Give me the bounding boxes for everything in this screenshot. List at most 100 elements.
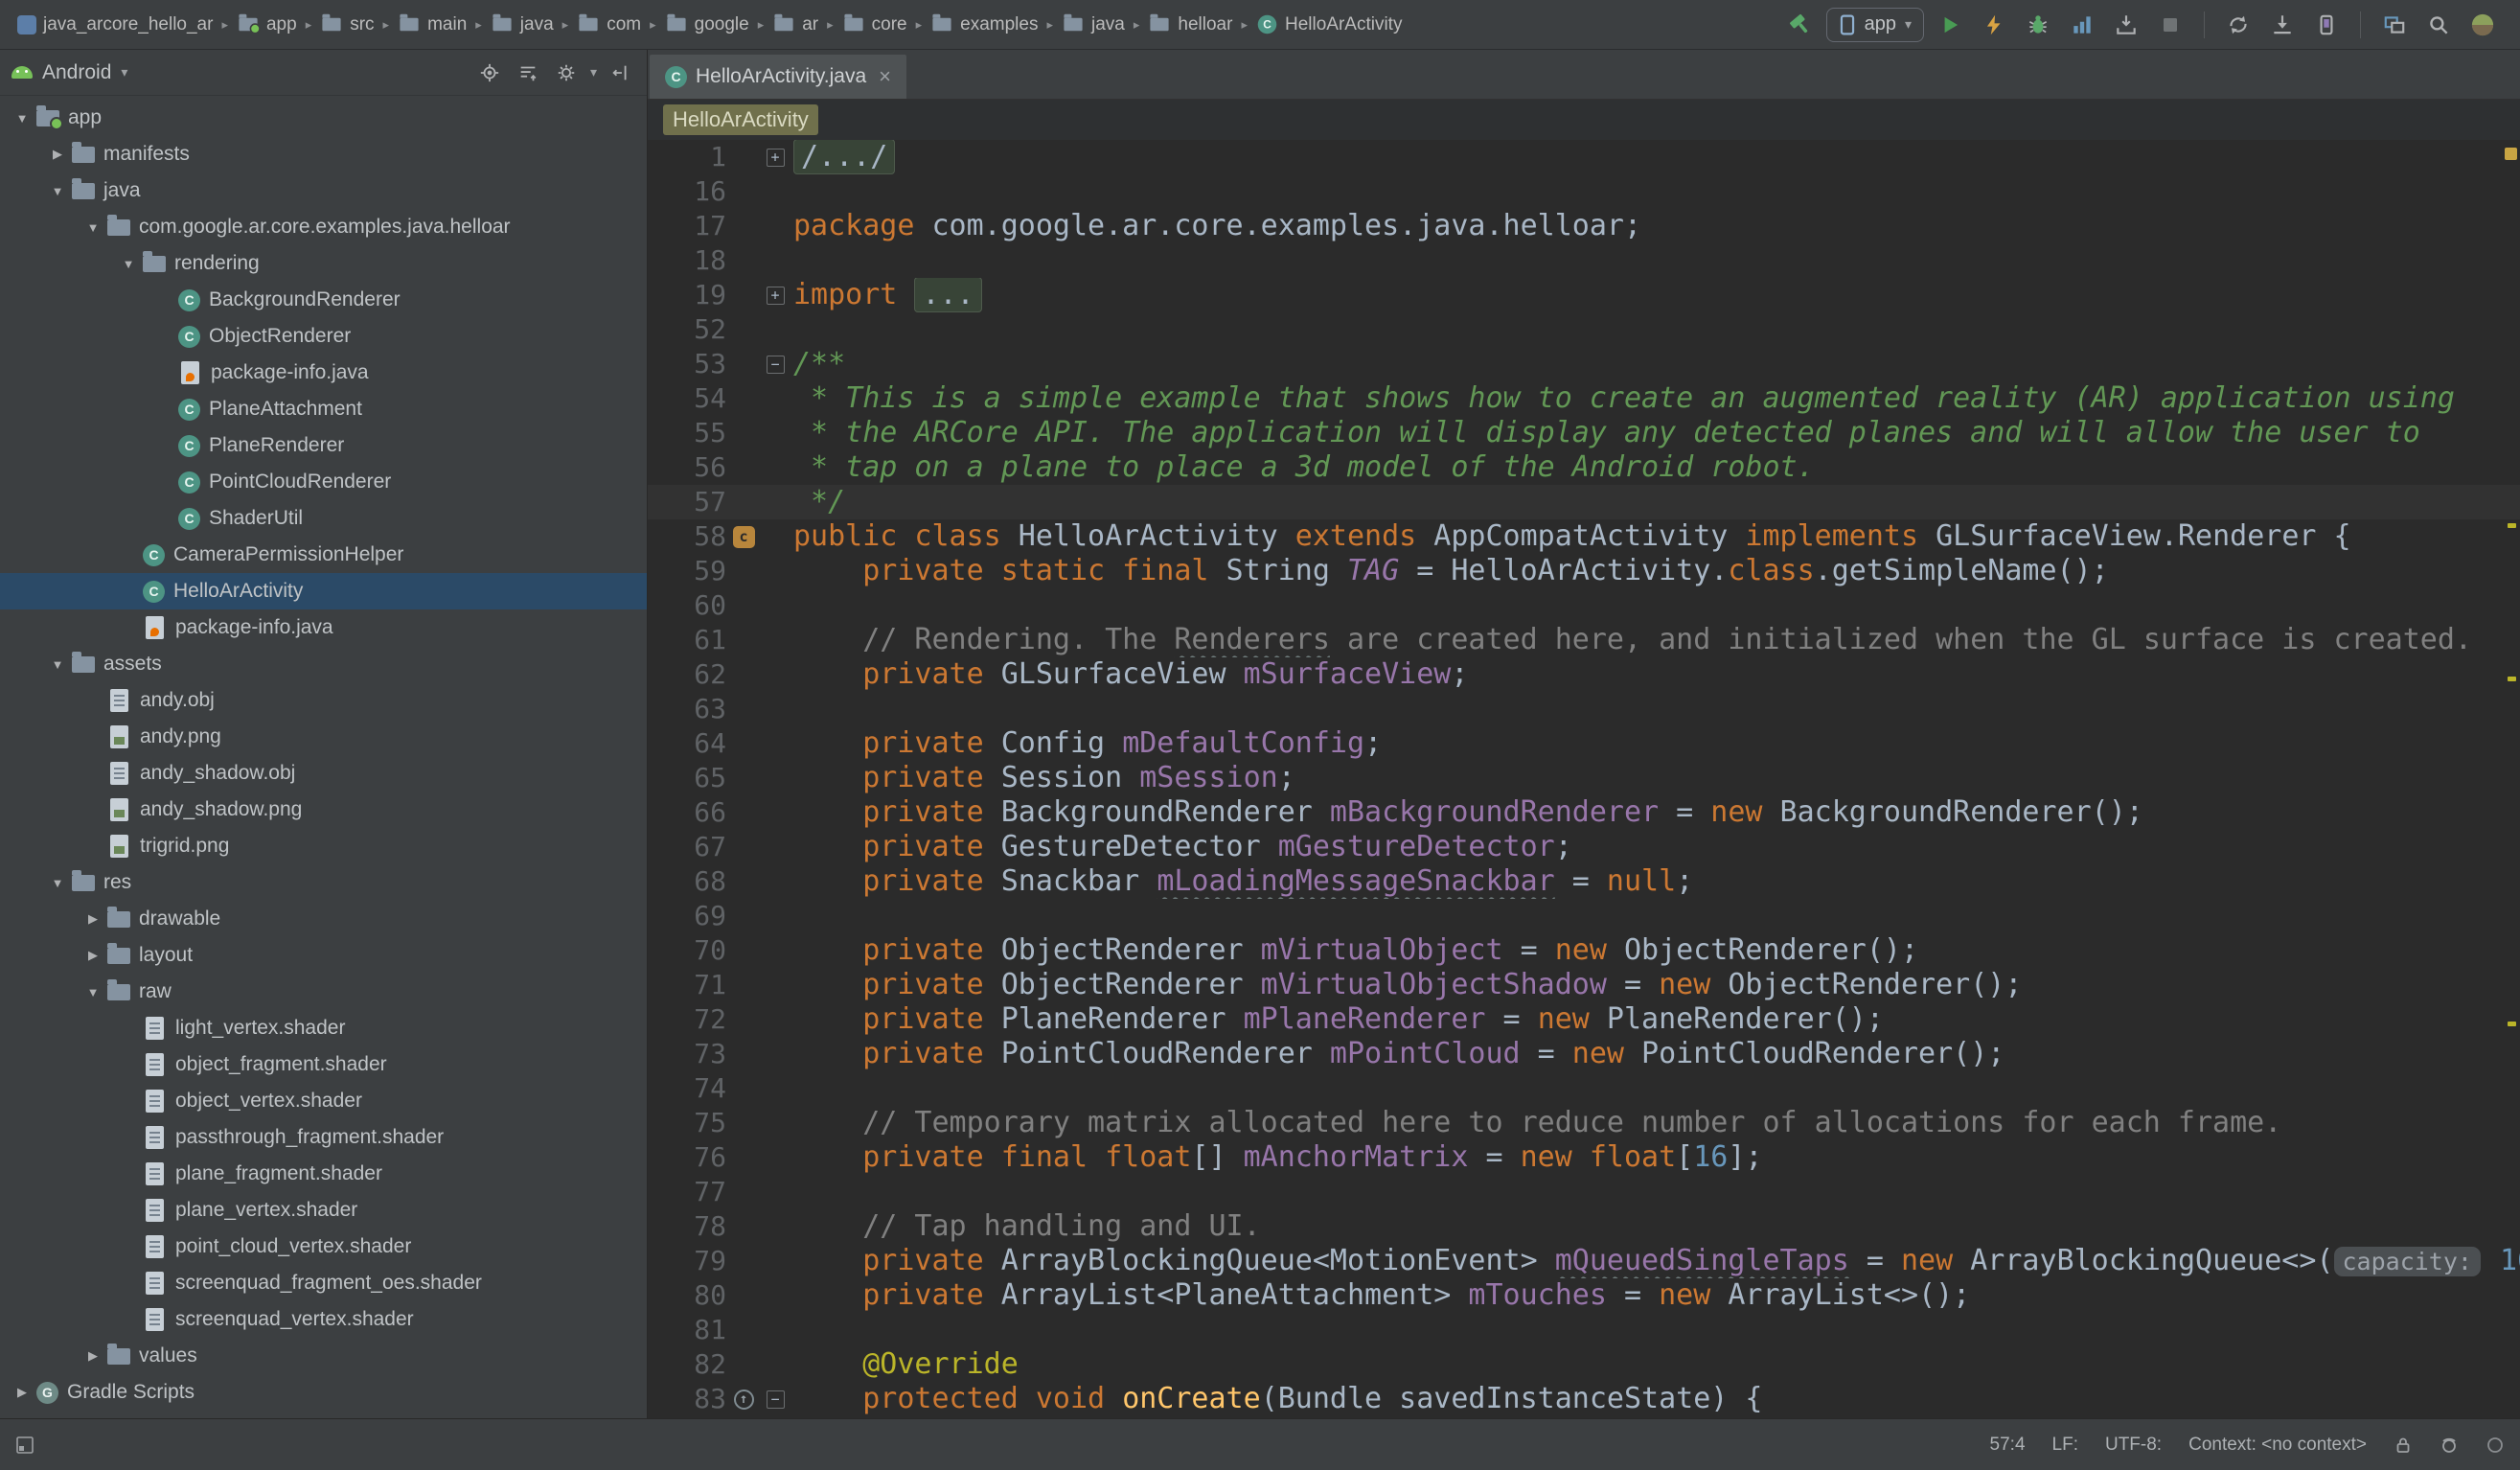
code-line[interactable]: 75 // Temporary matrix allocated here to… — [648, 1106, 2520, 1140]
tree-item[interactable]: andy.obj — [0, 682, 647, 719]
code-line[interactable]: 69 — [648, 899, 2520, 933]
tree-item[interactable]: package-info.java — [0, 609, 647, 646]
code-line[interactable]: 17package com.google.ar.core.examples.ja… — [648, 209, 2520, 243]
tree-item[interactable]: BackgroundRenderer — [0, 282, 647, 318]
search-icon[interactable] — [2420, 7, 2457, 43]
tab-helloaractivity-java[interactable]: HelloArActivity.java × — [650, 55, 906, 99]
code-line[interactable]: 83↑− protected void onCreate(Bundle save… — [648, 1382, 2520, 1416]
fold-plus-icon[interactable]: + — [761, 287, 790, 305]
avd-manager-icon[interactable] — [2308, 7, 2345, 43]
code-line[interactable]: 68 private Snackbar mLoadingMessageSnack… — [648, 864, 2520, 899]
tree-item[interactable]: PointCloudRenderer — [0, 464, 647, 500]
settings-gear-icon[interactable] — [552, 58, 581, 87]
tree-item[interactable]: ▶drawable — [0, 901, 647, 937]
code-line[interactable]: 56 * tap on a plane to place a 3d model … — [648, 450, 2520, 485]
run-configuration-selector[interactable]: app ▾ — [1826, 8, 1924, 42]
tree-item[interactable]: ▼java — [0, 172, 647, 209]
fold-box-icon[interactable]: + — [767, 287, 785, 305]
tree-item[interactable]: PlaneAttachment — [0, 391, 647, 427]
fold-box-icon[interactable]: − — [767, 356, 785, 374]
apply-changes-icon[interactable] — [1976, 7, 2012, 43]
code-line[interactable]: 80 private ArrayList<PlaneAttachment> mT… — [648, 1278, 2520, 1313]
stop-icon[interactable] — [2152, 7, 2188, 43]
breadcrumb-item[interactable]: helloar — [1144, 11, 1236, 38]
tree-item[interactable]: CameraPermissionHelper — [0, 537, 647, 573]
tree-item[interactable]: andy_shadow.obj — [0, 755, 647, 792]
tree-item[interactable]: trigrid.png — [0, 828, 647, 864]
tree-item[interactable]: ShaderUtil — [0, 500, 647, 537]
code-line[interactable]: 79 private ArrayBlockingQueue<MotionEven… — [648, 1244, 2520, 1278]
breadcrumb-item[interactable]: java — [487, 11, 558, 38]
code-line[interactable]: 52 — [648, 312, 2520, 347]
tree-expanded-arrow-icon[interactable]: ▼ — [114, 257, 143, 271]
tree-collapsed-arrow-icon[interactable]: ▶ — [79, 911, 107, 927]
tree-item[interactable]: ▶Gradle Scripts — [0, 1374, 647, 1411]
tree-item[interactable]: plane_vertex.shader — [0, 1192, 647, 1229]
tree-item[interactable]: object_fragment.shader — [0, 1046, 647, 1083]
project-view-selector[interactable]: Android — [42, 61, 111, 84]
code-line[interactable]: 1+/.../ — [648, 140, 2520, 174]
tree-item[interactable]: screenquad_fragment_oes.shader — [0, 1265, 647, 1301]
override-marker-icon[interactable]: ↑ — [734, 1390, 754, 1410]
tree-item[interactable]: ▼assets — [0, 646, 647, 682]
tree-item[interactable]: andy_shadow.png — [0, 792, 647, 828]
code-line[interactable]: 59 private static final String TAG = Hel… — [648, 554, 2520, 588]
code-area[interactable]: 1+/.../1617package com.google.ar.core.ex… — [648, 140, 2520, 1418]
tree-item[interactable]: package-info.java — [0, 355, 647, 391]
code-line[interactable]: 16 — [648, 174, 2520, 209]
code-line[interactable]: 82 @Override — [648, 1347, 2520, 1382]
tree-expanded-arrow-icon[interactable]: ▼ — [79, 220, 107, 235]
assistant-avatar-icon[interactable] — [2464, 7, 2501, 43]
inspections-profile-icon[interactable] — [2440, 1436, 2459, 1455]
code-line[interactable]: 77 — [648, 1175, 2520, 1209]
code-line[interactable]: 57 */ — [648, 485, 2520, 519]
line-separator-indicator[interactable]: LF: — [2052, 1435, 2078, 1456]
fold-box-icon[interactable]: − — [767, 1390, 785, 1409]
code-line[interactable]: 60 — [648, 588, 2520, 623]
attach-debugger-icon[interactable] — [2108, 7, 2144, 43]
build-hammer-icon[interactable] — [1782, 7, 1819, 43]
profiler-icon[interactable] — [2064, 7, 2100, 43]
warning-stripe-mark[interactable] — [2508, 1022, 2516, 1026]
code-line[interactable]: 64 private Config mDefaultConfig; — [648, 726, 2520, 761]
tree-item[interactable]: point_cloud_vertex.shader — [0, 1229, 647, 1265]
breadcrumb-item[interactable]: ar — [768, 11, 822, 38]
debug-icon[interactable] — [2020, 7, 2056, 43]
tree-item[interactable]: ObjectRenderer — [0, 318, 647, 355]
class-gutter-icon[interactable]: c — [726, 526, 761, 548]
warning-stripe-mark[interactable] — [2508, 523, 2516, 528]
sync-project-icon[interactable] — [2220, 7, 2257, 43]
code-line[interactable]: 70 private ObjectRenderer mVirtualObject… — [648, 933, 2520, 968]
code-line[interactable]: 19+import ... — [648, 278, 2520, 312]
breadcrumb-item[interactable]: app — [233, 11, 301, 38]
tree-item[interactable]: screenquad_vertex.shader — [0, 1301, 647, 1338]
tree-item[interactable]: ▼res — [0, 864, 647, 901]
tree-expanded-arrow-icon[interactable]: ▼ — [79, 985, 107, 999]
tree-item[interactable]: HelloArActivity — [0, 573, 647, 609]
breadcrumb-item[interactable]: src — [316, 11, 378, 38]
toolwindow-toggle-icon[interactable] — [15, 1436, 34, 1455]
code-line[interactable]: 76 private final float[] mAnchorMatrix =… — [648, 1140, 2520, 1175]
tree-item[interactable]: object_vertex.shader — [0, 1083, 647, 1119]
tree-item[interactable]: plane_fragment.shader — [0, 1156, 647, 1192]
code-line[interactable]: 61 // Rendering. The Renderers are creat… — [648, 623, 2520, 657]
tree-item[interactable]: ▶manifests — [0, 136, 647, 172]
inspections-indicator-icon[interactable] — [2505, 148, 2517, 160]
tree-collapsed-arrow-icon[interactable]: ▶ — [79, 1348, 107, 1364]
breadcrumb-item[interactable]: java_arcore_hello_ar — [13, 11, 217, 38]
tree-item[interactable]: ▼raw — [0, 974, 647, 1010]
breadcrumb-item[interactable]: HelloArActivity — [1252, 11, 1406, 38]
breadcrumb-item[interactable]: core — [838, 11, 911, 38]
breadcrumb-item[interactable]: main — [394, 11, 470, 38]
override-gutter-icon[interactable]: ↑ — [726, 1390, 761, 1410]
tree-item[interactable]: ▶values — [0, 1338, 647, 1374]
close-tab-icon[interactable]: × — [879, 66, 891, 87]
tree-collapsed-arrow-icon[interactable]: ▶ — [79, 948, 107, 963]
code-line[interactable]: 18 — [648, 243, 2520, 278]
code-line[interactable]: 53−/** — [648, 347, 2520, 381]
tree-item[interactable]: light_vertex.shader — [0, 1010, 647, 1046]
tree-item[interactable]: PlaneRenderer — [0, 427, 647, 464]
tree-item[interactable]: andy.png — [0, 719, 647, 755]
tree-expanded-arrow-icon[interactable]: ▼ — [43, 184, 72, 198]
code-line[interactable]: 66 private BackgroundRenderer mBackgroun… — [648, 795, 2520, 830]
